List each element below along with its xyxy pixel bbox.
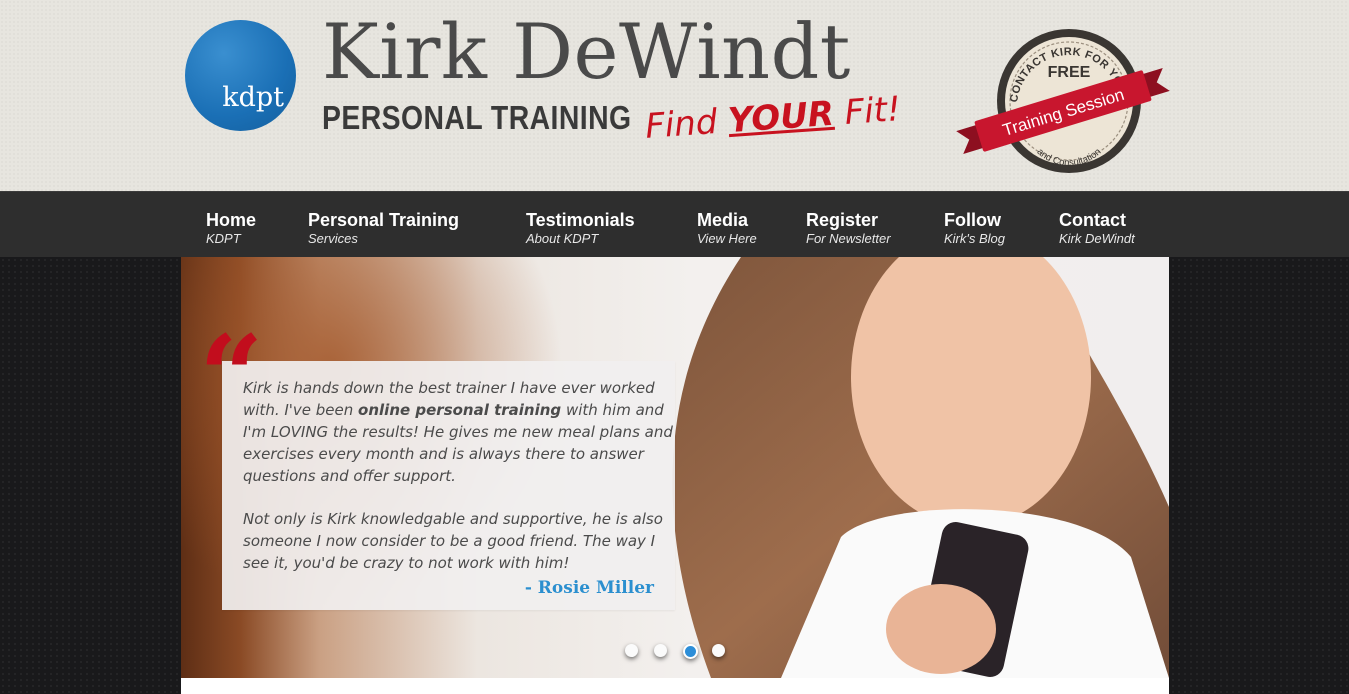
- logo-text: kdpt: [222, 82, 284, 113]
- quote-emphasis: online personal training: [358, 401, 562, 419]
- nav-title: Testimonials: [526, 210, 635, 230]
- testimonial-author: - Rosie Miller: [524, 578, 654, 598]
- slider-dot-2[interactable]: [654, 644, 667, 657]
- nav-subtitle: About KDPT: [526, 231, 599, 246]
- nav-subtitle: For Newsletter: [806, 231, 891, 246]
- brand-subtitle: PERSONAL TRAINING: [322, 99, 632, 136]
- free-session-badge[interactable]: CONTACT KIRK FOR YOUR FREE Training Sess…: [955, 15, 1170, 175]
- badge-free-text: FREE: [1048, 64, 1091, 81]
- nav-item-personal-training[interactable]: Personal Training Services: [308, 210, 459, 247]
- nav-title: Contact: [1059, 210, 1126, 230]
- nav-subtitle: Kirk's Blog: [944, 231, 1006, 246]
- nav-title: Media: [697, 210, 749, 230]
- nav-title: Personal Training: [308, 210, 460, 230]
- nav-item-testimonials[interactable]: Testimonials About KDPT: [526, 210, 635, 247]
- nav-subtitle: View Here: [697, 231, 757, 246]
- nav-title: Follow: [944, 210, 1001, 230]
- slider-dot-4[interactable]: [712, 644, 725, 657]
- testimonial-paragraph-1: Kirk is hands down the best trainer I ha…: [243, 377, 673, 487]
- nav-subtitle: KDPT: [206, 231, 241, 246]
- nav-item-media[interactable]: Media View Here: [697, 210, 757, 247]
- tagline-pre: Find: [643, 101, 730, 147]
- nav-subtitle: Kirk DeWindt: [1059, 231, 1135, 246]
- slider-dot-3[interactable]: [683, 644, 698, 659]
- slider-dot-1[interactable]: [625, 644, 638, 657]
- tagline-emphasis: YOUR: [726, 93, 836, 142]
- tagline: Find YOUR Fit!: [644, 89, 902, 147]
- nav-item-home[interactable]: Home KDPT: [206, 210, 256, 247]
- tagline-post: Fit!: [832, 89, 902, 134]
- nav-subtitle: Services: [308, 231, 358, 246]
- main-nav: Home KDPT Personal Training Services Tes…: [0, 191, 1349, 258]
- nav-item-contact[interactable]: Contact Kirk DeWindt: [1059, 210, 1135, 247]
- nav-item-register[interactable]: Register For Newsletter: [806, 210, 891, 247]
- content-area: [181, 678, 1169, 694]
- kdpt-logo[interactable]: kdpt: [185, 20, 296, 131]
- site-header: kdpt Kirk DeWindt PERSONAL TRAINING Find…: [0, 0, 1349, 191]
- nav-title: Home: [206, 210, 257, 230]
- nav-item-follow[interactable]: Follow Kirk's Blog: [944, 210, 1005, 247]
- hand-shape: [886, 584, 996, 674]
- brand-name[interactable]: Kirk DeWindt: [322, 14, 851, 90]
- nav-title: Register: [806, 210, 879, 230]
- testimonial-paragraph-2: Not only is Kirk knowledgable and suppor…: [243, 510, 663, 572]
